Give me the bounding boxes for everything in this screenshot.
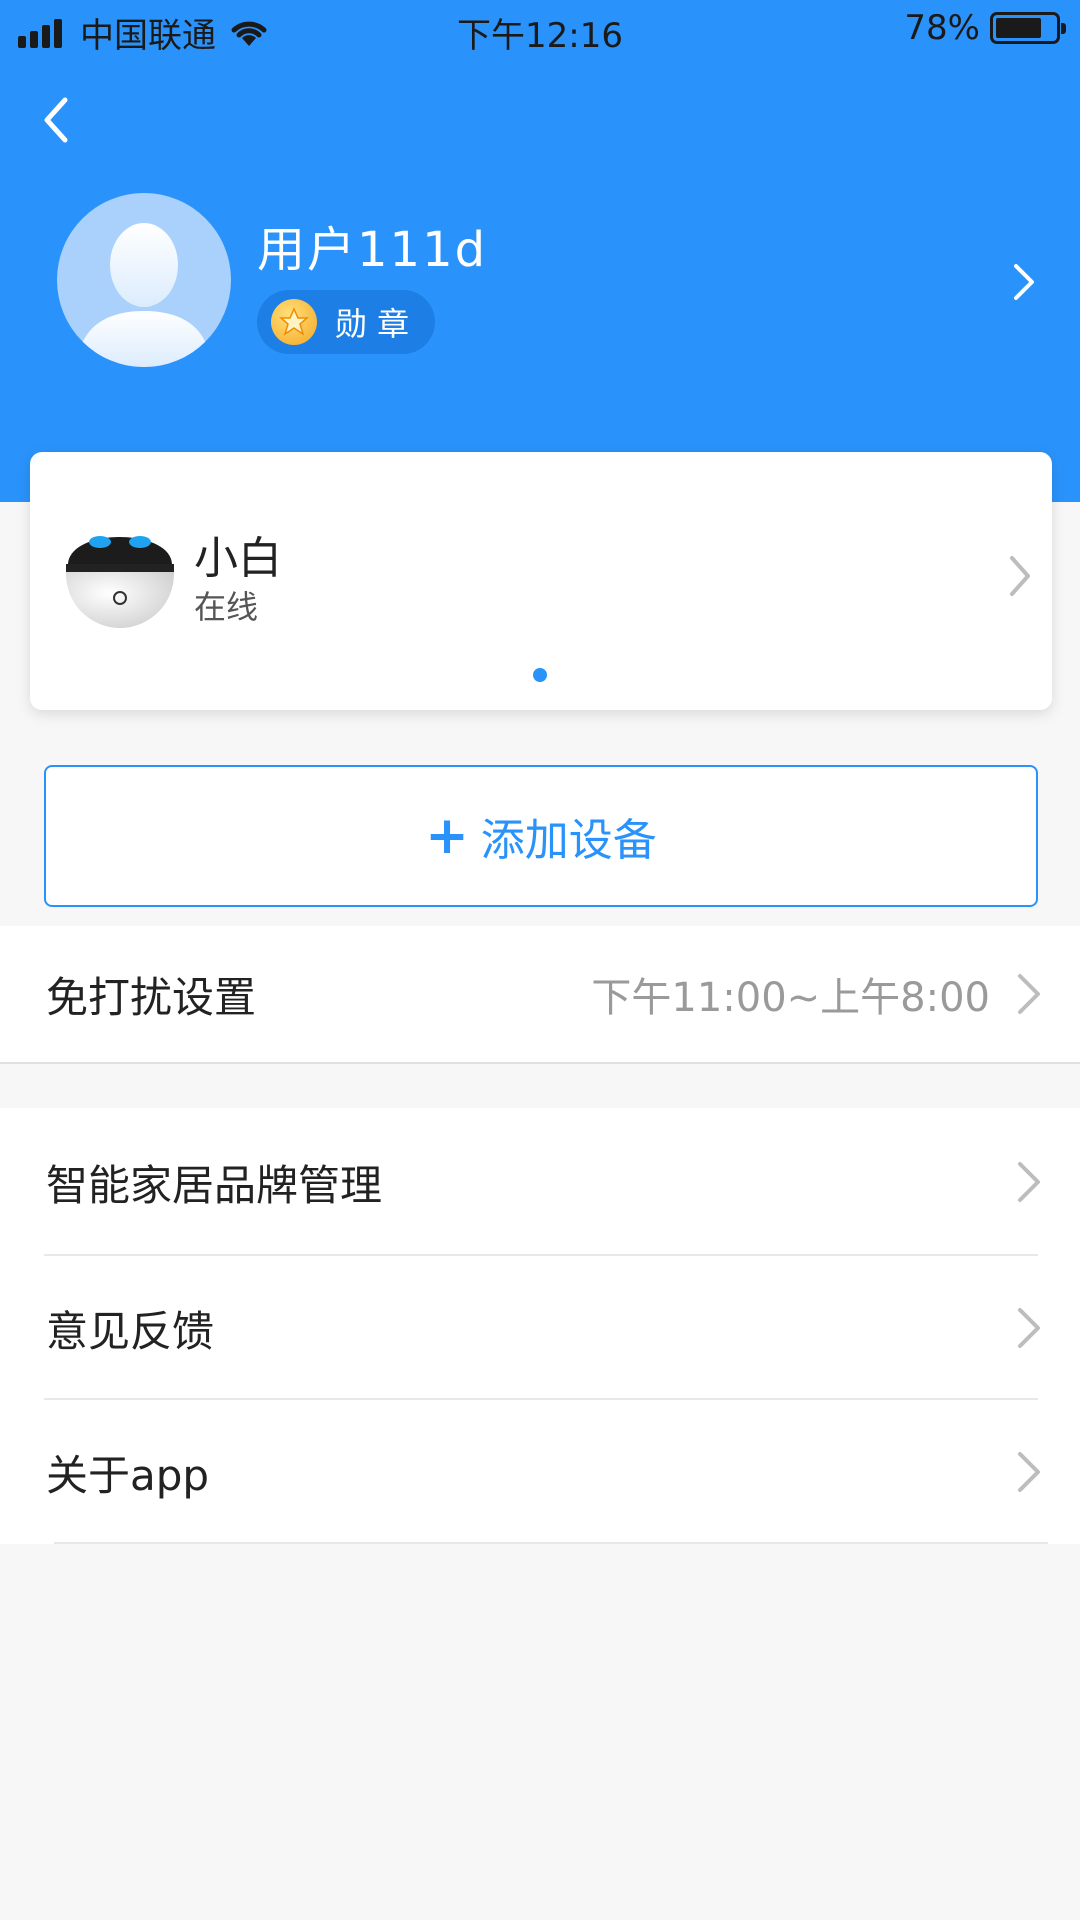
dnd-settings-row[interactable]: 免打扰设置 下午11:00~上午8:00 (0, 926, 1080, 1064)
chevron-left-icon (44, 97, 68, 143)
chevron-right-icon (1018, 1308, 1040, 1348)
plus-icon: + (425, 806, 469, 866)
battery-percent: 78% (904, 8, 980, 48)
profile-page: 中国联通 下午12:16 78% 用户111d 勋 章 小白 在线 + 添加设备… (0, 0, 1080, 1920)
pager-dot (533, 668, 547, 682)
dnd-label: 免打扰设置 (46, 972, 257, 1022)
username[interactable]: 用户111d (257, 210, 487, 280)
menu-item-feedback[interactable]: 意见反馈 (0, 1256, 1080, 1400)
chevron-right-icon (1018, 1162, 1040, 1202)
medal-badge[interactable]: 勋 章 (257, 290, 435, 354)
menu-item-label: 智能家居品牌管理 (46, 1160, 383, 1210)
device-status: 在线 (194, 588, 259, 626)
chevron-right-icon (1014, 264, 1034, 300)
dnd-time-range: 下午11:00~上午8:00 (591, 975, 990, 1021)
section-gap (0, 1066, 1080, 1108)
chevron-right-icon (1018, 1452, 1040, 1492)
menu-item-about[interactable]: 关于app (0, 1400, 1080, 1544)
chevron-right-icon (1010, 556, 1030, 596)
robot-device-icon (66, 536, 174, 628)
add-device-button[interactable]: + 添加设备 (44, 765, 1038, 907)
chevron-right-icon (1018, 974, 1040, 1014)
device-name: 小白 (194, 533, 282, 584)
status-bar: 中国联通 下午12:16 78% (0, 0, 1080, 60)
avatar[interactable] (57, 193, 231, 367)
status-right: 78% (904, 8, 1066, 48)
medal-label: 勋 章 (335, 305, 410, 343)
add-device-label: 添加设备 (480, 815, 657, 866)
divider (54, 1542, 1048, 1544)
user-silhouette-icon (77, 223, 211, 367)
profile-header: 中国联通 下午12:16 78% 用户111d 勋 章 (0, 0, 1080, 502)
profile-detail-button[interactable] (1004, 254, 1044, 310)
back-button[interactable] (36, 92, 76, 148)
battery-icon (990, 12, 1066, 44)
battery-fill (996, 18, 1042, 38)
device-card[interactable]: 小白 在线 (30, 452, 1052, 710)
menu-item-label: 关于app (46, 1450, 210, 1500)
menu-item-label: 意见反馈 (46, 1306, 215, 1356)
star-medal-icon (271, 299, 317, 345)
menu-item-brand-management[interactable]: 智能家居品牌管理 (0, 1108, 1080, 1256)
